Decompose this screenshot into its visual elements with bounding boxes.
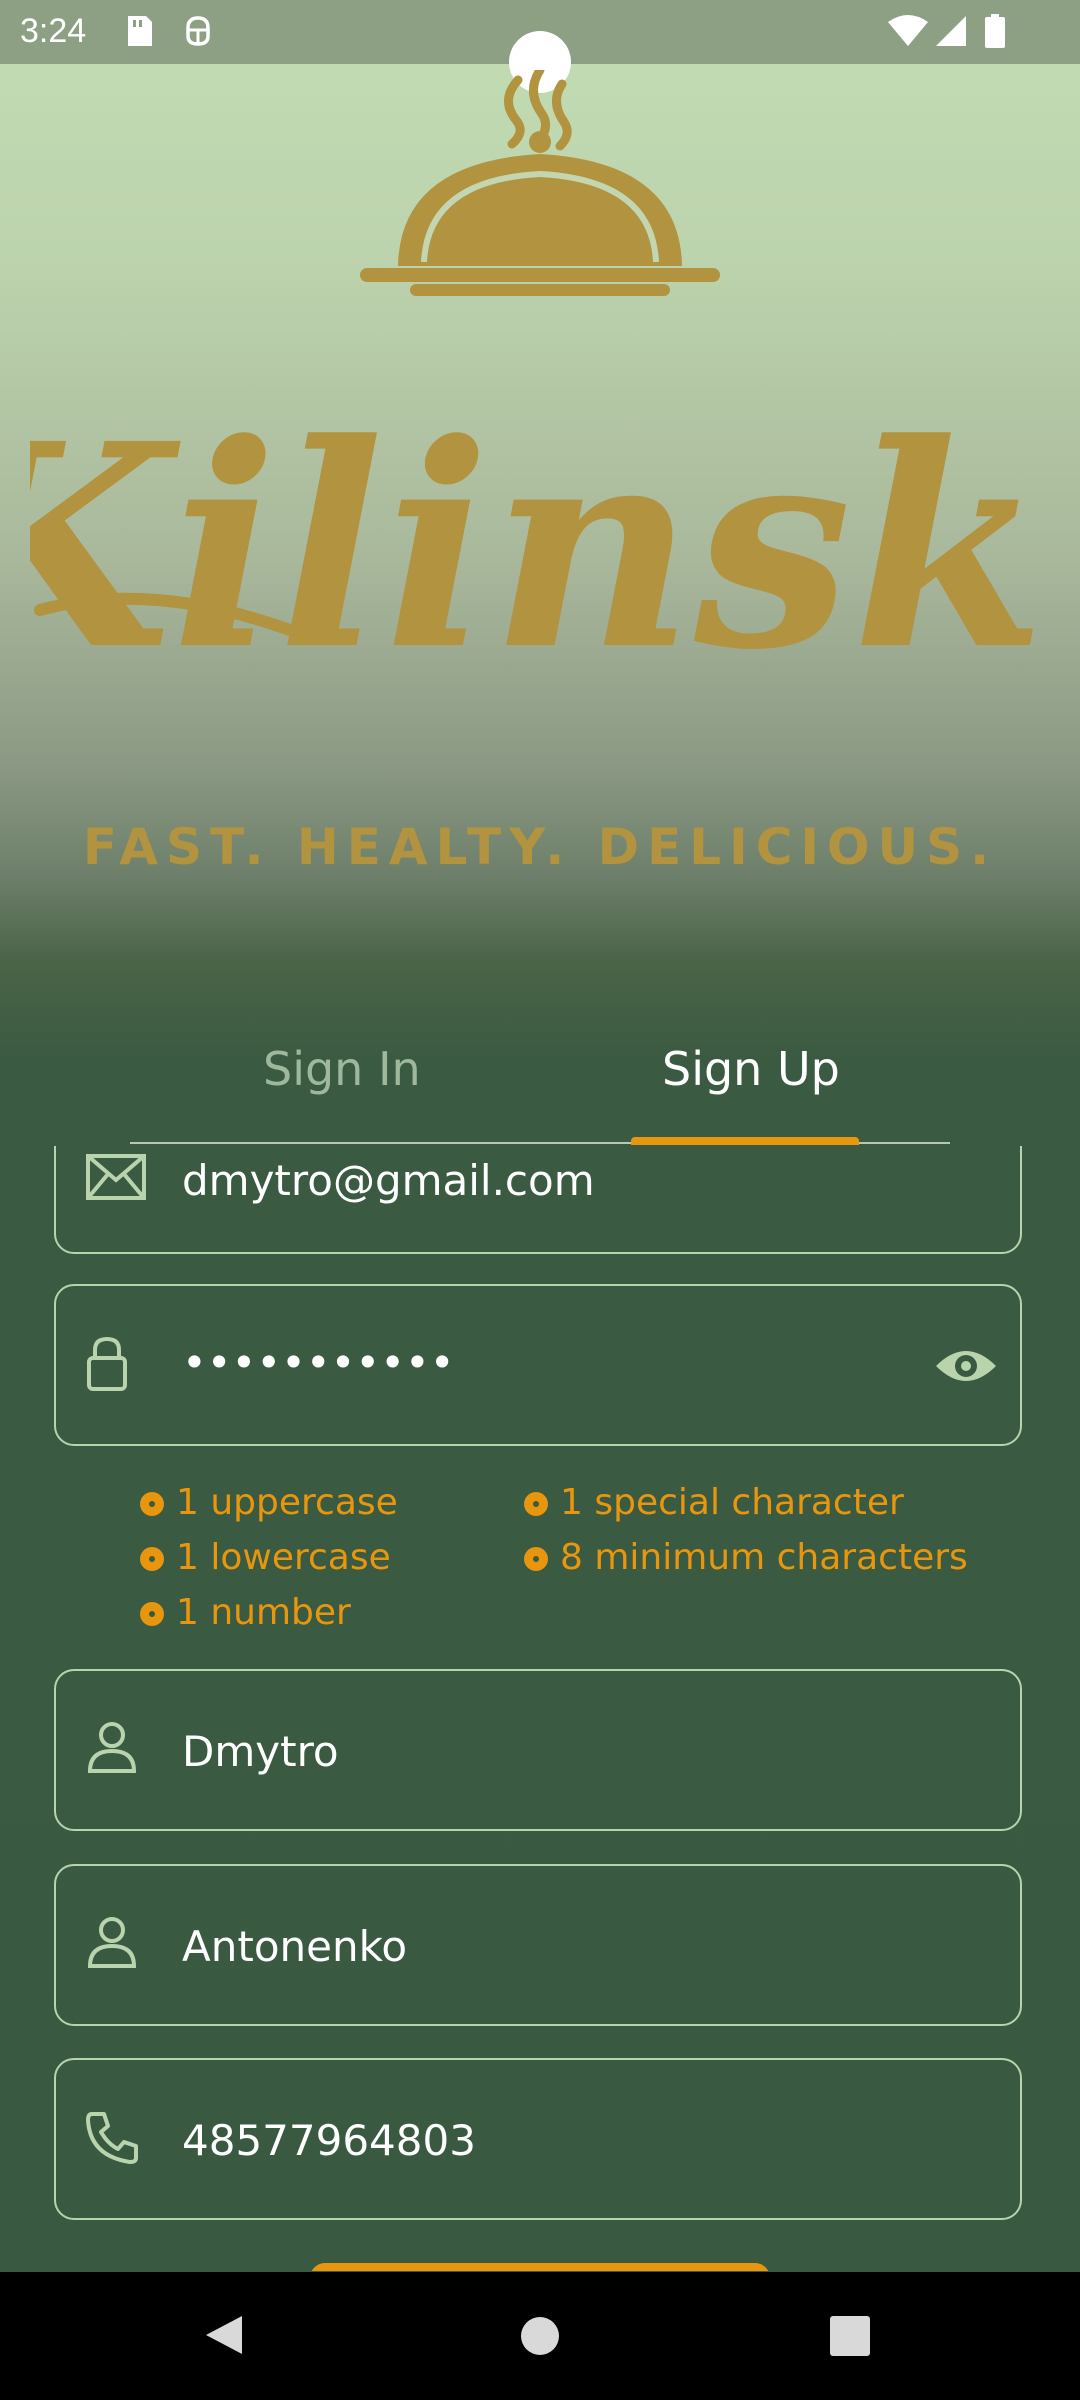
wifi-icon [888,14,928,53]
android-debug-icon [182,14,214,53]
brand-tagline: FAST. HEALTY. DELICIOUS. [82,818,998,876]
person-icon [86,1916,138,1975]
signup-form-scroll[interactable]: dmytro@gmail.com ••••••••••• 1 uppercase… [0,1146,1080,2271]
home-icon[interactable] [520,2316,560,2361]
cloche-logo-icon [350,65,730,315]
submit-button[interactable] [310,2263,770,2271]
last-name-value: Antonenko [182,1922,408,1971]
tab-sign-up[interactable]: Sign Up [662,1042,840,1096]
password-value: ••••••••••• [182,1338,455,1387]
svg-text:Kilinski: Kilinski [30,383,1050,712]
sd-card-icon [124,14,154,53]
kilinski-wordmark-logo: Kilinski [0,360,1080,780]
eye-icon[interactable] [934,1346,998,1391]
email-value: dmytro@gmail.com [182,1156,595,1205]
email-field[interactable]: dmytro@gmail.com [54,1146,1022,1254]
person-icon [86,1721,138,1780]
last-name-field[interactable]: Antonenko [54,1864,1022,2026]
mail-icon [86,1154,146,1205]
tab-sign-in[interactable]: Sign In [263,1042,421,1096]
status-time: 3:24 [20,12,87,50]
phone-value: 48577964803 [182,2116,476,2165]
lock-icon [86,1336,128,1397]
signal-icon [934,14,968,53]
battery-icon [984,14,1006,53]
tab-selected-indicator [631,1137,859,1145]
first-name-value: Dmytro [182,1727,339,1776]
requirement-minimum-characters: 8 minimum characters [524,1537,968,1578]
first-name-field[interactable]: Dmytro [54,1669,1022,1831]
requirement-special-character: 1 special character [524,1482,904,1523]
phone-icon [86,2110,140,2169]
requirement-lowercase: 1 lowercase [140,1537,391,1578]
phone-field[interactable]: 48577964803 [54,2058,1022,2220]
requirement-number: 1 number [140,1592,351,1633]
recents-icon[interactable] [830,2316,870,2361]
navigation-bar [0,2272,1080,2400]
password-field[interactable]: ••••••••••• [54,1284,1022,1446]
back-icon[interactable] [204,2314,244,2361]
requirement-uppercase: 1 uppercase [140,1482,398,1523]
